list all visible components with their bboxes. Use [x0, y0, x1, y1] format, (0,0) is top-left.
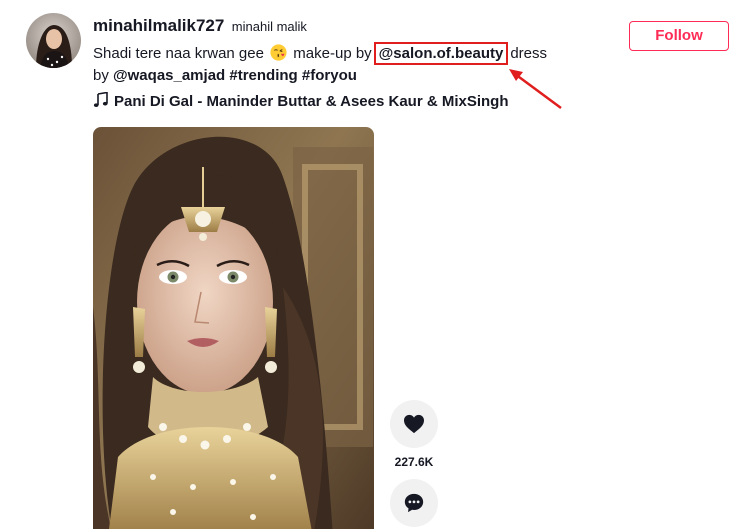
heart-icon — [404, 414, 424, 434]
like-count: 227.6K — [394, 455, 434, 469]
nickname: minahil malik — [231, 19, 307, 34]
post-author: minahilmalik727 minahil malik — [93, 16, 307, 36]
comment-button[interactable] — [390, 479, 438, 527]
hashtag-link[interactable]: #foryou — [302, 67, 357, 84]
avatar[interactable] — [26, 13, 81, 68]
video-player[interactable] — [93, 127, 374, 529]
caption-text: by — [93, 67, 109, 84]
like-button[interactable] — [390, 400, 438, 448]
username[interactable]: minahilmalik727 — [93, 16, 224, 35]
music-title: Pani Di Gal - Maninder Buttar & Asees Ka… — [114, 93, 509, 110]
caption-text: make-up by — [293, 45, 372, 62]
kissing-face-emoji-icon — [270, 44, 287, 61]
annotation-arrow-icon — [509, 69, 562, 110]
music-note-icon — [93, 92, 108, 107]
mention-link[interactable]: @salon.of.beauty — [379, 45, 504, 62]
caption-text: Shadi tere naa krwan gee — [93, 45, 264, 62]
music-link[interactable]: Pani Di Gal - Maninder Buttar & Asees Ka… — [93, 92, 509, 110]
hashtag-link[interactable]: #trending — [229, 67, 297, 84]
follow-button[interactable]: Follow — [629, 21, 729, 51]
video-thumbnail — [93, 127, 374, 529]
mention-link[interactable]: @waqas_amjad — [113, 67, 225, 84]
post-caption: Shadi tere naa krwan gee make-up by @salo… — [93, 42, 563, 87]
post-page: minahilmalik727 minahil malik Follow Sha… — [0, 0, 742, 529]
avatar-image — [26, 13, 81, 68]
comment-icon — [404, 493, 424, 513]
highlight-box: @salon.of.beauty — [373, 42, 509, 65]
